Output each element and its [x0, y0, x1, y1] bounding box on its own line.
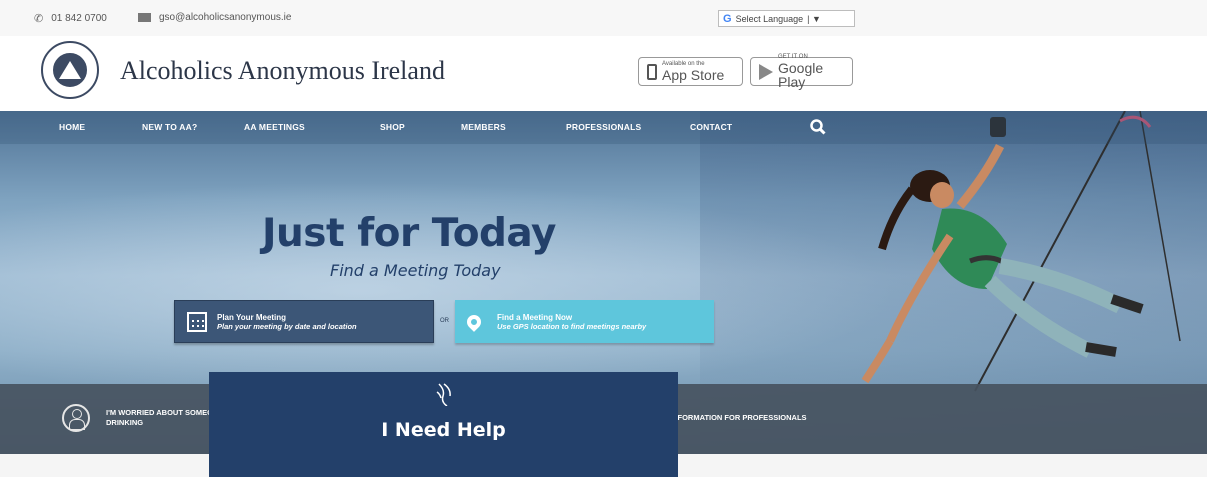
or-separator: OR: [440, 318, 449, 324]
find-meeting-now-button[interactable]: Find a Meeting Now Use GPS location to f…: [455, 300, 714, 343]
language-selector[interactable]: G Select Language | ▼: [718, 10, 855, 27]
nav-shop[interactable]: SHOP: [380, 122, 405, 132]
search-icon[interactable]: [810, 119, 826, 135]
find-meeting-subtitle: Use GPS location to find meetings nearby: [497, 321, 647, 331]
main-nav: HOME NEW TO AA? AA MEETINGS SHOP MEMBERS…: [0, 111, 1207, 144]
find-meeting-title: Find a Meeting Now: [497, 312, 573, 322]
plan-meeting-title: Plan Your Meeting: [217, 312, 287, 322]
plan-meeting-button[interactable]: Plan Your Meeting Plan your meeting by d…: [174, 300, 434, 343]
hero-subtitle: Find a Meeting Today: [330, 261, 501, 280]
information-for-professionals-text: INFORMATION FOR PROFESSIONALS: [670, 413, 807, 422]
site-header: Alcoholics Anonymous Ireland Available o…: [0, 36, 1207, 111]
nav-contact[interactable]: CONTACT: [690, 122, 732, 132]
calendar-icon: [187, 311, 207, 332]
nav-new-to-aa[interactable]: NEW TO AA?: [142, 122, 197, 132]
google-play-badge[interactable]: GET IT ON Google Play: [750, 54, 853, 89]
plan-meeting-subtitle: Plan your meeting by date and location: [217, 321, 357, 331]
email-contact[interactable]: gso@alcoholicsanonymous.ie: [138, 12, 291, 23]
climber-illustration: [861, 111, 1181, 392]
i-need-help-panel[interactable]: I Need Help: [209, 372, 678, 454]
play-icon: [759, 63, 773, 80]
aa-logo[interactable]: [41, 41, 99, 99]
plan-meeting-text: Plan Your Meeting Plan your meeting by d…: [217, 313, 357, 331]
site-brand[interactable]: Alcoholics Anonymous Ireland: [120, 56, 445, 86]
app-store-text: Available on the App Store: [662, 61, 724, 82]
nav-home[interactable]: HOME: [59, 122, 85, 132]
phone-contact[interactable]: ✆ 01 842 0700: [34, 12, 107, 25]
chevron-down-icon: | ▼: [807, 13, 821, 24]
find-meeting-text: Find a Meeting Now Use GPS location to f…: [497, 313, 646, 331]
aa-logo-triangle: [53, 53, 87, 87]
helping-hand-icon: [436, 383, 451, 406]
triangle-icon: [59, 61, 81, 79]
email-address: gso@alcoholicsanonymous.ie: [159, 12, 292, 23]
language-label: Select Language: [735, 13, 804, 24]
nav-members[interactable]: MEMBERS: [461, 122, 506, 132]
google-play-text: GET IT ON Google Play: [778, 54, 844, 89]
hero-section: HOME NEW TO AA? AA MEETINGS SHOP MEMBERS…: [0, 111, 1207, 454]
phone-icon: ✆: [34, 13, 44, 25]
app-store-badge[interactable]: Available on the App Store: [638, 57, 743, 86]
hero-title: Just for Today: [262, 211, 556, 256]
people-icon: [62, 404, 90, 432]
phone-number: 01 842 0700: [51, 13, 107, 24]
google-play-big: Google Play: [778, 60, 824, 90]
i-need-help-panel-bottom[interactable]: [209, 454, 678, 477]
location-pin-icon: [464, 311, 484, 332]
app-store-big: App Store: [662, 67, 725, 83]
top-contact-bar: ✆ 01 842 0700 gso@alcoholicsanonymous.ie…: [0, 0, 1207, 36]
phone-device-icon: [647, 63, 657, 80]
envelope-icon: [138, 13, 151, 22]
i-need-help-label: I Need Help: [381, 419, 506, 441]
google-translate-icon: G: [723, 12, 732, 25]
nav-aa-meetings[interactable]: AA MEETINGS: [244, 122, 305, 132]
nav-professionals[interactable]: PROFESSIONALS: [566, 122, 641, 132]
